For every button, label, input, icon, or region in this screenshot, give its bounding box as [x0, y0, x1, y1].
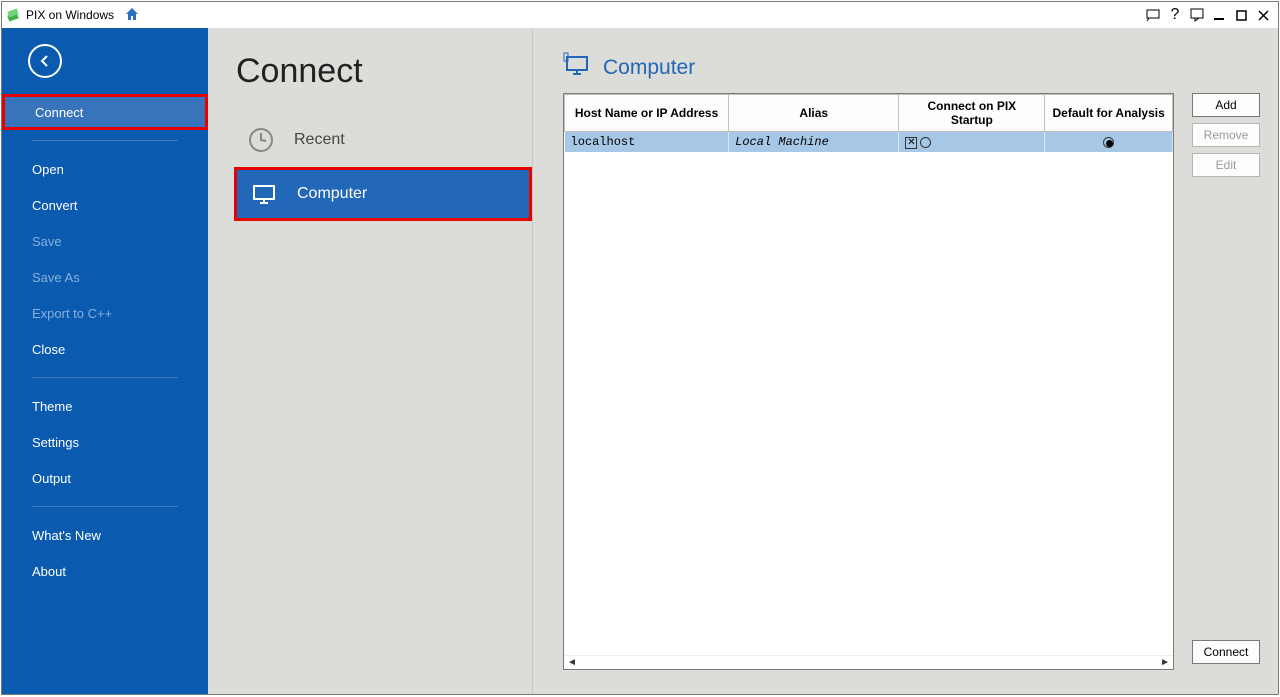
sidebar-label: Output	[32, 471, 71, 486]
btn-label: Edit	[1216, 158, 1237, 172]
sidebar-label: About	[32, 564, 66, 579]
sidebar-item-close[interactable]: Close	[2, 331, 208, 367]
nav-label: Computer	[297, 185, 367, 203]
btn-label: Add	[1215, 98, 1236, 112]
col-alias[interactable]: Alias	[729, 95, 899, 132]
sidebar-label: Export to C++	[32, 306, 112, 321]
sidebar-item-convert[interactable]: Convert	[2, 187, 208, 223]
sidebar-label: Convert	[32, 198, 78, 213]
app-icon	[6, 8, 20, 22]
action-buttons: Add Remove Edit Connect	[1192, 93, 1260, 670]
panel-header: Computer	[563, 52, 1260, 83]
sidebar-label: Connect	[35, 105, 83, 120]
sidebar-label: Save As	[32, 270, 80, 285]
table-row[interactable]: localhost Local Machine ✕	[565, 132, 1173, 153]
page-title: Connect	[236, 52, 532, 91]
titlebar: PIX on Windows ?	[2, 2, 1278, 28]
maximize-button[interactable]	[1231, 5, 1251, 25]
btn-label: Connect	[1204, 645, 1249, 659]
hscrollbar[interactable]: ◄►	[564, 655, 1173, 669]
main-area: Connect Recent Computer Computer	[208, 28, 1278, 694]
hosts-table: Host Name or IP Address Alias Connect on…	[563, 93, 1174, 670]
app-window: PIX on Windows ? Connect Open Convert Sa…	[1, 1, 1279, 695]
sidebar-item-output[interactable]: Output	[2, 460, 208, 496]
add-button[interactable]: Add	[1192, 93, 1260, 117]
nav-recent[interactable]: Recent	[234, 113, 532, 167]
sidebar-item-save-as[interactable]: Save As	[2, 259, 208, 295]
monitor-icon	[563, 52, 591, 83]
col-startup[interactable]: Connect on PIX Startup	[899, 95, 1045, 132]
radio-icon[interactable]	[1103, 137, 1114, 148]
nav-computer[interactable]: Computer	[234, 167, 532, 221]
sidebar-item-settings[interactable]: Settings	[2, 424, 208, 460]
home-icon[interactable]	[124, 6, 140, 25]
sidebar-label: Settings	[32, 435, 79, 450]
sidebar-item-whats-new[interactable]: What's New	[2, 517, 208, 553]
sidebar-label: Save	[32, 234, 62, 249]
cell-startup[interactable]: ✕	[899, 132, 1045, 153]
sidebar-item-open[interactable]: Open	[2, 151, 208, 187]
sidebar-label: Close	[32, 342, 65, 357]
close-button[interactable]	[1253, 5, 1273, 25]
cell-default[interactable]	[1045, 132, 1173, 153]
hosts-grid[interactable]: Host Name or IP Address Alias Connect on…	[564, 94, 1173, 152]
cell-alias: Local Machine	[729, 132, 899, 153]
panel-title: Computer	[603, 56, 695, 80]
sidebar-item-save[interactable]: Save	[2, 223, 208, 259]
monitor-icon	[251, 181, 277, 207]
col-host[interactable]: Host Name or IP Address	[565, 95, 729, 132]
sidebar-item-theme[interactable]: Theme	[2, 388, 208, 424]
edit-button: Edit	[1192, 153, 1260, 177]
remove-button: Remove	[1192, 123, 1260, 147]
sidebar-label: What's New	[32, 528, 101, 543]
connect-nav: Connect Recent Computer	[208, 28, 533, 694]
notify-icon[interactable]	[1187, 5, 1207, 25]
sidebar: Connect Open Convert Save Save As Export…	[2, 28, 208, 694]
sidebar-item-connect[interactable]: Connect	[2, 94, 208, 130]
sidebar-label: Open	[32, 162, 64, 177]
app-title: PIX on Windows	[26, 8, 114, 22]
radio-icon[interactable]	[920, 137, 931, 148]
sidebar-label: Theme	[32, 399, 72, 414]
btn-label: Remove	[1204, 128, 1249, 142]
scroll-left-icon[interactable]: ◄	[567, 657, 577, 668]
sidebar-item-about[interactable]: About	[2, 553, 208, 589]
sidebar-item-export[interactable]: Export to C++	[2, 295, 208, 331]
computer-panel: Computer Host Name or IP Address Alias C…	[533, 28, 1278, 694]
cell-host: localhost	[565, 132, 729, 153]
checkbox-icon[interactable]: ✕	[905, 137, 917, 149]
col-default[interactable]: Default for Analysis	[1045, 95, 1173, 132]
minimize-button[interactable]	[1209, 5, 1229, 25]
connect-button[interactable]: Connect	[1192, 640, 1260, 664]
scroll-right-icon[interactable]: ►	[1160, 657, 1170, 668]
nav-label: Recent	[294, 131, 345, 149]
feedback-icon[interactable]	[1143, 5, 1163, 25]
help-icon[interactable]: ?	[1165, 5, 1185, 25]
back-button[interactable]	[28, 44, 62, 78]
clock-icon	[248, 127, 274, 153]
